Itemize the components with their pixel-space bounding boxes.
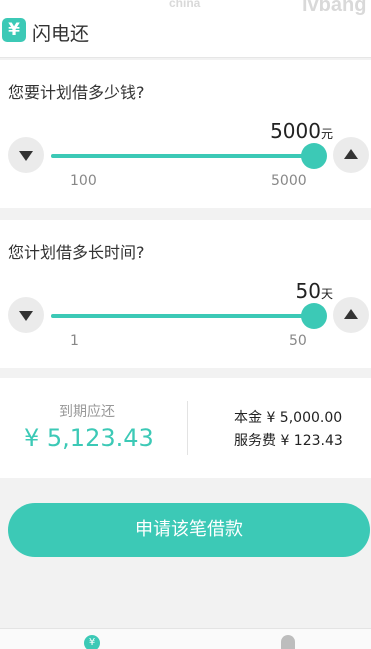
amount-value-display: 5000元 [270, 119, 333, 143]
amount-unit: 元 [320, 127, 333, 141]
principal-text: 本金 ¥ 5,000.00 [234, 410, 343, 426]
bottom-tab-bar: ¥ [0, 628, 371, 649]
summary-divider [187, 401, 188, 455]
term-question: 您计划借多长时间? [8, 243, 145, 262]
triangle-down-icon [19, 151, 33, 161]
amount-decrease-button[interactable] [8, 137, 44, 173]
due-amount-value: ¥ 5,123.43 [24, 424, 154, 452]
home-tab-icon[interactable]: ¥ [84, 635, 100, 649]
term-value: 50 [295, 279, 321, 303]
repayment-summary-card: 到期应还 ¥ 5,123.43 本金 ¥ 5,000.00 服务费 ¥ 123.… [0, 378, 371, 478]
triangle-down-icon [19, 311, 33, 321]
app-header: china lvbang ¥ 闪电还 [0, 0, 371, 58]
amount-slider-thumb[interactable] [301, 143, 327, 169]
term-card: 您计划借多长时间? 50天 1 50 [0, 220, 371, 368]
term-min-label: 1 [70, 333, 79, 349]
term-value-display: 50天 [296, 279, 333, 303]
term-slider[interactable] [51, 303, 327, 329]
apply-loan-button[interactable]: 申请该笔借款 [8, 503, 370, 557]
amount-max-label: 5000 [271, 173, 307, 189]
amount-slider-fill [51, 154, 314, 158]
triangle-up-icon [344, 309, 358, 319]
term-max-label: 50 [289, 333, 307, 349]
triangle-up-icon [344, 149, 358, 159]
amount-question: 您要计划借多少钱? [8, 83, 145, 102]
amount-slider[interactable] [51, 143, 327, 169]
term-slider-fill [51, 314, 314, 318]
term-slider-thumb[interactable] [301, 303, 327, 329]
watermark-china: china [169, 0, 201, 10]
app-logo-icon: ¥ [2, 18, 26, 42]
user-tab-icon[interactable] [281, 635, 295, 649]
amount-min-label: 100 [70, 173, 97, 189]
due-amount-label: 到期应还 [59, 404, 115, 420]
amount-value: 5000 [270, 119, 321, 143]
service-fee-text: 服务费 ¥ 123.43 [234, 433, 343, 449]
watermark-lvbang: lvbang [302, 0, 367, 16]
amount-increase-button[interactable] [333, 137, 369, 173]
amount-card: 您要计划借多少钱? 5000元 100 5000 [0, 60, 371, 208]
app-title: 闪电还 [32, 23, 90, 45]
term-increase-button[interactable] [333, 297, 369, 333]
term-decrease-button[interactable] [8, 297, 44, 333]
term-unit: 天 [320, 287, 333, 301]
